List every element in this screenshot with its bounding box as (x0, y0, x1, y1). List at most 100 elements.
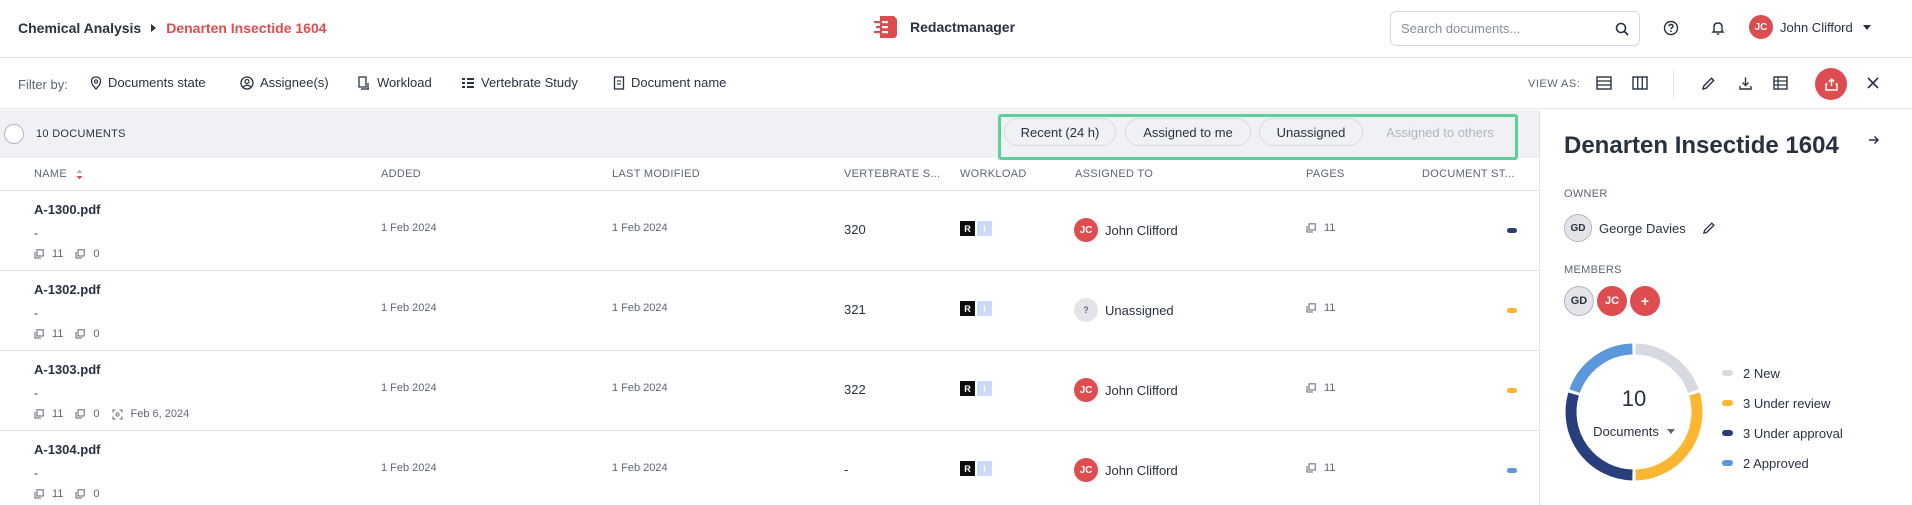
list-view-icon[interactable] (1593, 72, 1615, 94)
owner-avatar: GD (1564, 214, 1592, 242)
workload-badges: R I (960, 301, 994, 316)
pages-count-value: 11 (1324, 302, 1336, 314)
member-avatar[interactable]: JC (1597, 286, 1627, 316)
chevron-down-icon (1666, 428, 1675, 434)
file-name[interactable]: A-1303.pdf (34, 362, 100, 377)
file-meta: 11 0 Feb 6, 2024 (34, 408, 201, 420)
legend-item[interactable]: 2 Approved (1722, 448, 1843, 478)
document-status-indicator[interactable] (1507, 468, 1517, 473)
vertebrate-study-value: 322 (844, 382, 866, 397)
members-label: MEMBERS (1564, 264, 1622, 276)
column-pages[interactable]: PAGES (1306, 168, 1345, 180)
legend-dot (1722, 400, 1733, 406)
quick-filter-assigned-to-others[interactable]: Assigned to others (1372, 118, 1508, 146)
user-name: John Clifford (1780, 19, 1853, 35)
filter-vertebrate-study[interactable]: Vertebrate Study (461, 75, 578, 90)
column-last-modified[interactable]: LAST MODIFIED (612, 168, 700, 180)
filter-workload[interactable]: Workload (357, 75, 432, 90)
meta-annotations-value: 0 (93, 488, 100, 500)
donut-center: 10 Documents (1564, 342, 1704, 482)
help-icon[interactable] (1660, 17, 1682, 39)
quick-filter-unassigned[interactable]: Unassigned (1259, 118, 1363, 146)
breadcrumb-current[interactable]: Denarten Insectide 1604 (166, 20, 326, 36)
share-export-button[interactable] (1815, 68, 1847, 100)
table-row[interactable]: A-1300.pdf - 11 0 1 Feb 2024 1 Feb 2024 … (0, 190, 1539, 270)
documents-total-dropdown[interactable]: Documents (1593, 424, 1675, 439)
document-count: 10 DOCUMENTS (36, 128, 126, 140)
meta-annotations: 0 (75, 328, 100, 340)
annotations-icon (75, 409, 89, 419)
document-status-indicator[interactable] (1507, 228, 1517, 233)
owner-label: OWNER (1564, 188, 1608, 200)
search-icon[interactable] (1615, 22, 1629, 36)
close-icon[interactable] (1862, 72, 1884, 94)
meta-pages: 11 (34, 248, 63, 260)
arrow-right-icon[interactable] (1868, 134, 1880, 149)
pages-icon (1306, 383, 1320, 393)
board-view-icon[interactable] (1629, 72, 1651, 94)
table-row[interactable]: A-1302.pdf - 11 0 1 Feb 2024 1 Feb 2024 … (0, 270, 1539, 350)
download-icon[interactable] (1734, 72, 1756, 94)
legend-label: 2 Approved (1743, 455, 1809, 471)
filter-document-name-label: Document name (631, 75, 727, 90)
add-member-button[interactable]: + (1630, 286, 1660, 316)
meta-annotations: 0 (75, 248, 100, 260)
quick-filter-assigned-to-me[interactable]: Assigned to me (1125, 118, 1251, 146)
filter-label: Filter by: (18, 77, 68, 92)
workload-badge-info: I (977, 381, 992, 396)
column-document-status[interactable]: DOCUMENT ST... (1422, 168, 1515, 180)
breadcrumb-parent[interactable]: Chemical Analysis (18, 20, 141, 36)
brand[interactable]: Redactmanager (872, 14, 1015, 40)
table-icon[interactable] (1769, 72, 1791, 94)
user-menu[interactable]: JC John Clifford (1749, 15, 1871, 39)
assignee[interactable]: JC John Clifford (1074, 378, 1178, 402)
workload-badge-info: I (977, 301, 992, 316)
view-as-label: VIEW AS: (1528, 78, 1581, 90)
select-all-checkbox[interactable] (4, 124, 24, 144)
filter-documents-state[interactable]: Documents state (90, 75, 206, 90)
assignee[interactable]: JC John Clifford (1074, 458, 1178, 482)
legend-item[interactable]: 2 New (1722, 358, 1843, 388)
column-workload[interactable]: WORKLOAD (960, 168, 1027, 180)
edit-owner-icon[interactable] (1702, 221, 1716, 235)
notification-bell-icon[interactable] (1707, 17, 1729, 39)
pages-count-value: 11 (1324, 382, 1336, 394)
legend-label: 3 Under review (1743, 395, 1831, 411)
assignee-name: John Clifford (1105, 222, 1178, 238)
file-name[interactable]: A-1304.pdf (34, 442, 100, 457)
meta-pages: 11 (34, 328, 63, 340)
file-name[interactable]: A-1300.pdf (34, 202, 100, 217)
quick-filter-recent[interactable]: Recent (24 h) (1004, 118, 1116, 146)
column-vertebrate-study[interactable]: VERTEBRATE S... (844, 168, 940, 180)
file-name[interactable]: A-1302.pdf (34, 282, 100, 297)
column-assigned-to[interactable]: ASSIGNED TO (1075, 168, 1153, 180)
member-avatar[interactable]: GD (1564, 286, 1594, 316)
added-date: 1 Feb 2024 (381, 462, 437, 474)
table-row[interactable]: A-1303.pdf - 11 0 Feb 6, 2024 1 Feb 2024… (0, 350, 1539, 430)
edit-icon[interactable] (1697, 72, 1719, 94)
pages-icon (1306, 463, 1320, 473)
legend-item[interactable]: 3 Under review (1722, 388, 1843, 418)
search-input[interactable] (1401, 21, 1615, 36)
document-status-indicator[interactable] (1507, 388, 1517, 393)
location-pin-icon (90, 75, 102, 90)
column-added[interactable]: ADDED (381, 168, 421, 180)
legend-item[interactable]: 3 Under approval (1722, 418, 1843, 448)
documents-total: 10 (1621, 385, 1647, 411)
filter-document-name[interactable]: Document name (613, 75, 726, 90)
table-row[interactable]: A-1304.pdf - 11 0 1 Feb 2024 1 Feb 2024 … (0, 430, 1539, 505)
meta-annotations-value: 0 (93, 328, 100, 340)
column-name[interactable]: NAME (34, 168, 83, 180)
user-avatar: JC (1749, 15, 1773, 39)
document-status-indicator[interactable] (1507, 308, 1517, 313)
pages-count-value: 11 (1324, 222, 1336, 234)
breadcrumb: Chemical Analysis Denarten Insectide 160… (18, 20, 327, 36)
pages-icon (1306, 303, 1320, 313)
assignee[interactable]: JC John Clifford (1074, 218, 1178, 242)
vertebrate-study-value: 321 (844, 302, 866, 317)
assignee[interactable]: ? Unassigned (1074, 298, 1174, 322)
file-meta: 11 0 (34, 488, 112, 500)
filter-assignees[interactable]: Assignee(s) (240, 75, 329, 90)
filter-workload-label: Workload (377, 75, 432, 90)
pages-count: 11 (1306, 302, 1335, 314)
